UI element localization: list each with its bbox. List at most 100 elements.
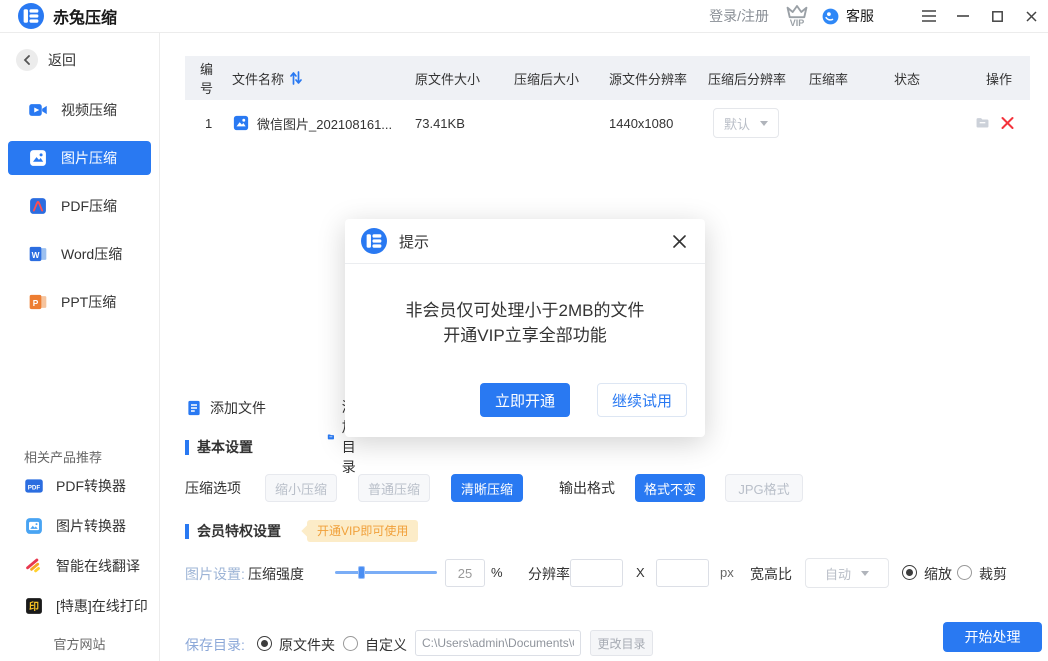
format-unchanged[interactable]: 格式不变 xyxy=(635,474,705,502)
modal-message-line1: 非会员仅可处理小于2MB的文件 xyxy=(345,298,705,323)
open-folder-icon[interactable] xyxy=(975,114,990,132)
activate-vip-button[interactable]: 立即开通 xyxy=(480,383,570,417)
close-window-icon[interactable] xyxy=(1014,0,1048,33)
height-input[interactable] xyxy=(656,559,709,587)
slider-handle[interactable] xyxy=(358,566,365,579)
modal-title: 提示 xyxy=(399,231,429,252)
cell-src-res: 1440x1080 xyxy=(605,116,708,131)
original-folder-label: 原文件夹 xyxy=(279,635,335,655)
pdf-icon xyxy=(28,196,48,216)
svg-text:PDF: PDF xyxy=(28,484,41,491)
scale-radio[interactable] xyxy=(902,565,917,580)
chevron-down-icon xyxy=(760,121,768,126)
image-icon xyxy=(28,148,48,168)
modal-buttons: 立即开通 继续试用 xyxy=(480,383,687,417)
x-separator: X xyxy=(636,565,645,580)
app-logo-icon xyxy=(18,3,44,29)
pdf-converter-icon: PDF xyxy=(24,476,44,496)
sidebar-item-ppt-compress[interactable]: P PPT压缩 xyxy=(8,285,151,319)
svg-text:P: P xyxy=(33,298,39,308)
sidebar-item-image-compress[interactable]: 图片压缩 xyxy=(8,141,151,175)
maximize-icon[interactable] xyxy=(980,0,1014,33)
format-jpg[interactable]: JPG格式 xyxy=(725,474,803,502)
col-header-filename: 文件名称 xyxy=(225,69,410,88)
cell-filename: 微信图片_202108161... xyxy=(225,114,410,133)
official-site-link[interactable]: 官方网站 xyxy=(0,634,159,653)
start-process-button[interactable]: 开始处理 xyxy=(943,622,1042,652)
cell-no: 1 xyxy=(185,116,225,131)
image-file-icon xyxy=(232,114,250,132)
add-actions-row: 添加文件 添加目录 xyxy=(185,397,266,419)
video-icon xyxy=(28,100,48,120)
sidebar-item-image-converter[interactable]: 图片转换器 xyxy=(0,506,159,546)
image-settings-label: 图片设置: xyxy=(185,564,245,584)
option-shrink-compress[interactable]: 缩小压缩 xyxy=(265,474,337,502)
save-path-input[interactable] xyxy=(415,630,581,656)
svg-text:W: W xyxy=(32,250,40,260)
vip-settings-header: 会员特权设置 开通VIP即可使用 xyxy=(185,520,418,542)
sidebar: 返回 视频压缩 图片压缩 xyxy=(0,33,160,661)
back-button[interactable]: 返回 xyxy=(16,49,159,71)
ppt-icon: P xyxy=(28,292,48,312)
vip-label: VIP xyxy=(790,19,805,27)
percent-sign: % xyxy=(491,565,503,580)
hint-modal: 提示 非会员仅可处理小于2MB的文件 开通VIP立享全部功能 立即开通 继续试用 xyxy=(345,219,705,437)
titlebar-right: 登录/注册 VIP 客服 xyxy=(709,0,1048,33)
minimize-icon[interactable] xyxy=(946,0,980,33)
vip-crown-icon[interactable]: VIP xyxy=(785,5,809,27)
strength-label: 压缩强度 xyxy=(248,564,304,584)
resolution-label: 分辨率 xyxy=(528,564,570,584)
custom-folder-radio[interactable] xyxy=(343,636,358,651)
image-converter-icon xyxy=(24,516,44,536)
col-header-no: 编号 xyxy=(185,59,225,97)
original-folder-radio[interactable] xyxy=(257,636,272,651)
modal-close-icon[interactable] xyxy=(669,231,689,251)
app-title: 赤兔压缩 xyxy=(53,4,117,28)
sidebar-item-word-compress[interactable]: W Word压缩 xyxy=(8,237,151,271)
add-file-button[interactable]: 添加文件 xyxy=(185,398,266,418)
compress-options-row: 压缩选项 缩小压缩 普通压缩 清晰压缩 输出格式 格式不变 JPG格式 xyxy=(185,474,803,502)
resolution-dropdown[interactable]: 默认 xyxy=(713,108,779,138)
delete-file-icon[interactable] xyxy=(1000,114,1015,132)
strength-slider[interactable] xyxy=(335,571,437,574)
custom-folder-label: 自定义 xyxy=(365,635,407,655)
crop-radio[interactable] xyxy=(957,565,972,580)
sort-icon[interactable] xyxy=(290,71,302,85)
width-input[interactable] xyxy=(570,559,623,587)
modal-header: 提示 xyxy=(345,219,705,264)
menu-icon[interactable] xyxy=(912,0,946,33)
svg-text:印: 印 xyxy=(29,601,39,613)
sidebar-item-pdf-converter[interactable]: PDF PDF转换器 xyxy=(0,466,159,506)
chevron-down-icon xyxy=(861,571,869,576)
service-label: 客服 xyxy=(846,6,874,26)
cell-comp-res: 默认 xyxy=(708,108,805,138)
vip-required-tag: 开通VIP即可使用 xyxy=(307,520,418,542)
strength-input[interactable] xyxy=(445,559,485,587)
customer-service[interactable]: 客服 xyxy=(821,6,874,26)
col-header-comp-size: 压缩后大小 xyxy=(510,69,605,88)
continue-trial-button[interactable]: 继续试用 xyxy=(597,383,687,417)
sidebar-item-pdf-compress[interactable]: PDF压缩 xyxy=(8,189,151,223)
titlebar: 赤兔压缩 登录/注册 VIP 客服 xyxy=(0,0,1048,33)
basic-settings-header: 基本设置 xyxy=(185,437,253,457)
option-clear-compress[interactable]: 清晰压缩 xyxy=(451,474,523,502)
col-header-src-res: 源文件分辨率 xyxy=(605,69,708,88)
section-bar xyxy=(185,440,189,455)
crown-icon xyxy=(785,5,809,19)
cell-ops xyxy=(975,114,1030,132)
change-directory-button[interactable]: 更改目录 xyxy=(590,630,653,656)
app-logo-icon xyxy=(361,228,387,254)
file-table: 编号 文件名称 原文件大小 压缩后大小 源文件分辨率 压缩后分辨率 压缩率 状态… xyxy=(185,56,1030,146)
login-register-link[interactable]: 登录/注册 xyxy=(709,6,769,26)
table-header-row: 编号 文件名称 原文件大小 压缩后大小 源文件分辨率 压缩后分辨率 压缩率 状态… xyxy=(185,56,1030,100)
col-header-comp-res: 压缩后分辨率 xyxy=(708,69,805,88)
table-row: 1 微信图片_202108161... 73.41KB 1440x1080 默认 xyxy=(185,100,1030,146)
sidebar-item-online-print[interactable]: 印 [特惠]在线打印 xyxy=(0,586,159,626)
option-normal-compress[interactable]: 普通压缩 xyxy=(358,474,430,502)
col-header-ops: 操作 xyxy=(975,69,1030,88)
aspect-ratio-dropdown[interactable]: 自动 xyxy=(805,558,889,588)
save-dir-label: 保存目录: xyxy=(185,635,245,655)
related-products-header: 相关产品推荐 xyxy=(24,447,159,466)
sidebar-item-online-translate[interactable]: 智能在线翻译 xyxy=(0,546,159,586)
sidebar-item-video-compress[interactable]: 视频压缩 xyxy=(8,93,151,127)
